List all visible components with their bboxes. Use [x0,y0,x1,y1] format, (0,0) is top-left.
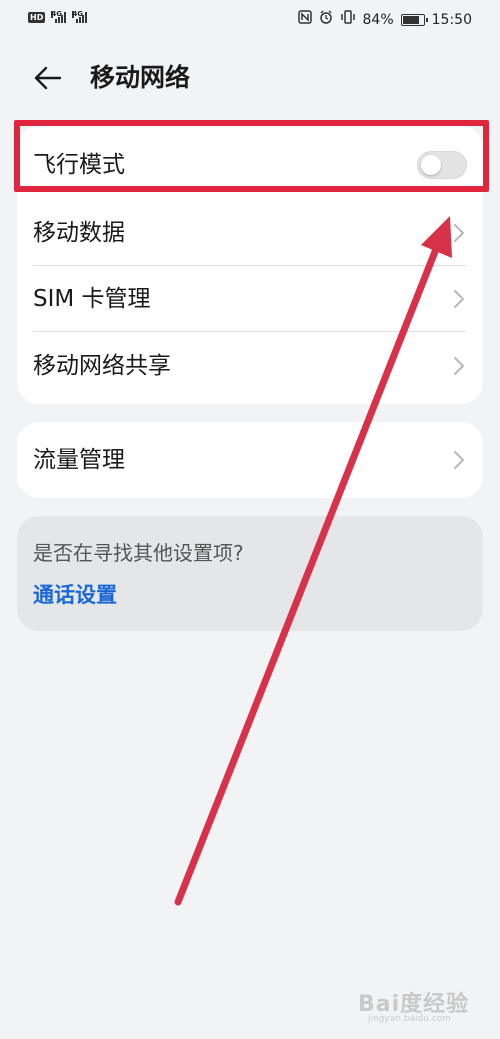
data-usage-row[interactable]: 流量管理 [17,427,483,493]
baidu-watermark: Bai度经验 jingyan.baidu.com [358,978,478,1028]
vibrate-icon [340,10,356,29]
back-arrow-icon [34,66,62,90]
hotspot-row[interactable]: 移动网络共享 [17,333,483,399]
hd-badge: HD [28,11,46,23]
hint-question: 是否在寻找其他设置项? [33,541,244,565]
status-time: 15:50 [431,11,472,28]
alarm-icon [319,10,333,29]
page-title: 移动网络 [90,63,191,92]
call-settings-link[interactable]: 通话设置 [33,582,117,608]
sim-management-row[interactable]: SIM 卡管理 [17,266,483,332]
chevron-right-icon [454,451,464,469]
sim-management-label: SIM 卡管理 [33,286,151,312]
chevron-right-icon [454,290,464,308]
status-right: 84% 15:50 [297,10,472,29]
battery-percent: 84% [362,11,394,28]
chevron-right-icon [454,224,464,242]
hotspot-label: 移动网络共享 [33,353,171,379]
airplane-mode-row[interactable]: 飞行模式 [17,132,483,198]
back-button[interactable] [30,62,66,94]
airplane-mode-label: 飞行模式 [33,152,125,178]
signal-icon-2: 4G [72,11,88,23]
settings-card-network: 飞行模式 移动数据 SIM 卡管理 移动网络共享 [17,126,483,404]
settings-card-usage: 流量管理 [17,422,483,498]
data-usage-label: 流量管理 [33,447,125,473]
toggle-knob [421,155,441,175]
header: 移动网络 [0,52,500,104]
battery-icon [400,13,428,26]
status-left: HD 4G 4G [28,11,88,23]
mobile-data-label: 移动数据 [33,220,125,246]
watermark-sub: jingyan.baidu.com [368,1014,452,1024]
signal-icon-1: 4G [51,11,67,23]
airplane-mode-toggle[interactable] [417,151,467,179]
chevron-right-icon [454,357,464,375]
hint-card: 是否在寻找其他设置项? 通话设置 [17,516,483,631]
divider [33,331,467,332]
status-bar: HD 4G 4G 84% 15:50 [0,0,500,40]
mobile-data-row[interactable]: 移动数据 [17,200,483,266]
nfc-icon [297,10,312,29]
